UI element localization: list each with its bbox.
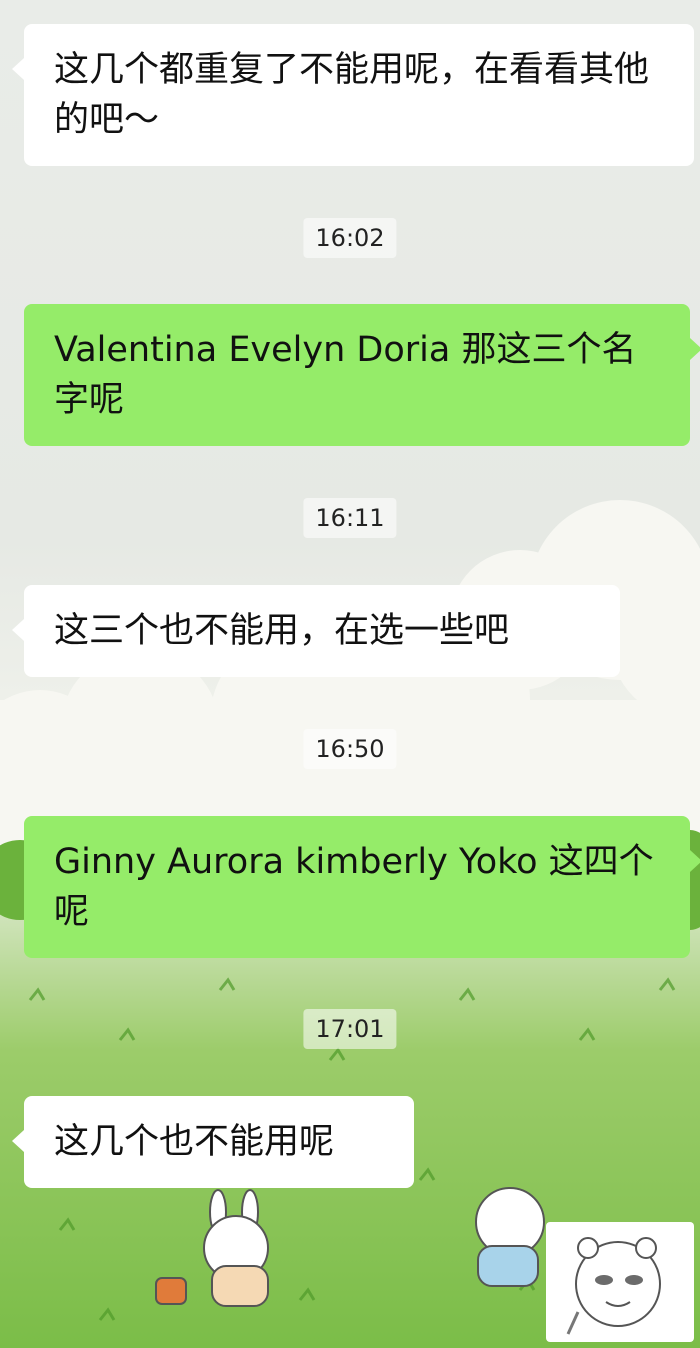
message-text: 这几个也不能用呢 [54, 1122, 335, 1162]
received-message[interactable]: 这几个也不能用呢 [12, 1096, 414, 1188]
timestamp: 16:50 [303, 729, 397, 769]
sticker-message[interactable] [546, 1222, 694, 1342]
meme-face-sticker-icon [566, 1237, 661, 1335]
cloud-shapes [0, 500, 700, 860]
bunny-character-icon [155, 1189, 269, 1307]
message-text: Ginny Aurora kimberly Yoko 这四个呢 [54, 842, 654, 932]
message-text: 这几个都重复了不能用呢，在看看其他的吧～ [54, 50, 650, 140]
timestamp: 16:11 [303, 498, 397, 538]
round-character-icon [475, 1187, 545, 1287]
sent-message[interactable]: Valentina Evelyn Doria 那这三个名字呢 [24, 304, 700, 446]
timestamp: 17:01 [303, 1009, 397, 1049]
timestamp: 16:02 [303, 218, 397, 258]
received-message[interactable]: 这几个都重复了不能用呢，在看看其他的吧～ [12, 24, 694, 166]
message-text: 这三个也不能用，在选一些吧 [54, 611, 510, 651]
received-message[interactable]: 这三个也不能用，在选一些吧 [12, 585, 620, 677]
message-text: Valentina Evelyn Doria 那这三个名字呢 [54, 330, 637, 420]
sent-message[interactable]: Ginny Aurora kimberly Yoko 这四个呢 [24, 816, 700, 958]
